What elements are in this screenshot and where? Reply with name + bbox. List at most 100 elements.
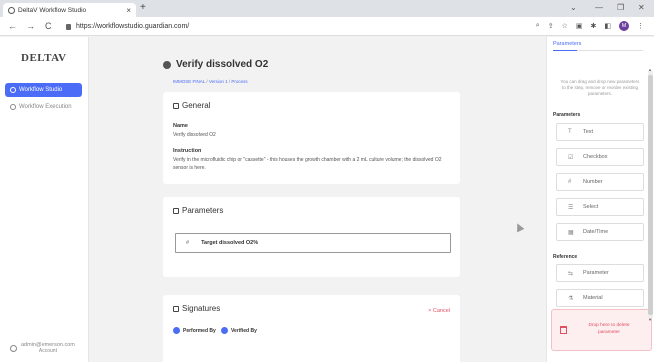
name-label: Name [173, 123, 188, 129]
delete-dropzone[interactable]: Drop here to delete parameter [551, 309, 652, 351]
parameter-row-label: Target dissolved O2% [201, 240, 259, 246]
param-item-label: Checkbox [583, 154, 608, 160]
share-icon[interactable]: ⇪ [548, 22, 554, 30]
performed-by-badge[interactable]: Performed By [173, 327, 216, 334]
reload-button[interactable]: C [45, 21, 52, 31]
performed-by-label: Performed By [183, 327, 216, 334]
url-text: https://workflowstudio.guardian.com/ [76, 23, 190, 30]
panel-scrollbar[interactable] [648, 71, 653, 318]
param-item-label: Date/Time [583, 229, 609, 235]
browser-tab-bar: DeltaV Workflow Studio × + ⌄ — ❐ ✕ [0, 0, 654, 17]
signature-icon [173, 305, 179, 312]
close-window-button[interactable]: ✕ [638, 3, 645, 12]
browser-menu-icon[interactable]: ⋮ [637, 22, 644, 30]
page-title-text: Verify dissolved O2 [176, 59, 269, 70]
param-item-label: Text [583, 129, 594, 135]
number-icon: # [186, 240, 190, 246]
scroll-up-icon[interactable]: ▲ [648, 67, 652, 72]
cancel-button[interactable]: × Cancel [428, 308, 450, 314]
ref-item-label: Parameter [583, 270, 609, 276]
parameters-card: Parameters # Target dissolved O2% [163, 197, 460, 277]
mouse-cursor-icon [513, 221, 525, 233]
step-icon [163, 60, 171, 69]
minimize-button[interactable]: — [595, 3, 603, 12]
parameter-icon: ⇆ [568, 270, 574, 277]
material-icon: ⚗ [568, 295, 574, 302]
sidebar-item-workflow-studio[interactable]: Workflow Studio [5, 83, 82, 97]
name-value[interactable]: Verify dissolved O2 [173, 132, 453, 140]
profile-avatar[interactable]: M [619, 21, 629, 31]
forward-button[interactable]: → [26, 21, 35, 31]
studio-icon [10, 87, 16, 93]
dropzone-text: Drop here to delete parameter [588, 323, 630, 335]
param-item-number[interactable]: # Number [556, 173, 644, 191]
text-icon: T [568, 129, 572, 135]
signatures-card: Signatures × Cancel Performed By Verifie… [163, 295, 460, 362]
breadcrumb-current[interactable]: Process [231, 79, 247, 84]
section-title-parameters: Parameters [553, 112, 581, 118]
calendar-icon: ▦ [568, 229, 574, 236]
parameters-panel: Parameters You can drag and drop new par… [546, 37, 654, 362]
param-item-datetime[interactable]: ▦ Date/Time [556, 223, 644, 241]
zoom-icon[interactable]: ⌕ [536, 22, 540, 30]
section-title-reference: Reference [553, 254, 578, 260]
general-card: General Name Verify dissolved O2 Instruc… [163, 92, 460, 184]
browser-toolbar-icons: ⌕ ⇪ ☆ ▣ ✱ ◧ M ⋮ [536, 21, 644, 31]
signatures-heading-text: Signatures [182, 304, 221, 313]
tab-close-icon[interactable]: × [126, 6, 131, 15]
deltav-logo: DELTAV [21, 52, 67, 64]
ref-item-parameter[interactable]: ⇆ Parameter [556, 264, 644, 282]
scrollbar-thumb[interactable] [648, 75, 653, 315]
browser-tab[interactable]: DeltaV Workflow Studio × [3, 3, 136, 17]
page-title: Verify dissolved O2 [163, 59, 268, 70]
maximize-button[interactable]: ❐ [617, 3, 624, 12]
verified-by-label: Verified By [231, 327, 257, 334]
check-circle-icon [221, 327, 228, 334]
lock-icon [66, 23, 71, 30]
check-circle-icon [173, 327, 180, 334]
parameters-heading: Parameters [173, 206, 223, 215]
address-bar: ← → C https://workflowstudio.guardian.co… [0, 17, 654, 36]
ref-item-label: Material [583, 295, 603, 301]
ref-item-material[interactable]: ⚗ Material [556, 289, 644, 307]
account-role: Account [38, 348, 57, 354]
sidebar-item-label: Workflow Studio [19, 87, 63, 93]
play-icon [10, 104, 16, 110]
scroll-down-icon[interactable]: ▼ [648, 317, 652, 322]
param-item-text[interactable]: T Text [556, 123, 644, 141]
new-tab-button[interactable]: + [140, 2, 146, 13]
tab-search-icon[interactable]: ⌄ [570, 3, 577, 12]
extension-icon[interactable]: ▣ [576, 22, 583, 30]
side-panel-icon[interactable]: ◧ [604, 22, 611, 30]
cancel-label: Cancel [432, 308, 450, 314]
breadcrumb: IMMOSE FINAL / Version 1 / Process [173, 79, 248, 84]
tab-title: DeltaV Workflow Studio [18, 6, 87, 14]
sidebar-item-workflow-execution[interactable]: Workflow Execution [5, 101, 85, 113]
signatures-heading: Signatures [173, 304, 220, 313]
main-content: Verify dissolved O2 IMMOSE FINAL / Versi… [90, 37, 546, 362]
account-info[interactable]: admin@emerson.com Account [10, 342, 75, 354]
breadcrumb-version[interactable]: Version 1 [209, 79, 228, 84]
sidebar: DELTAV Workflow Studio Workflow Executio… [0, 37, 89, 362]
parameter-row-target-dissolved-o2[interactable]: # Target dissolved O2% [175, 233, 451, 253]
bookmark-star-icon[interactable]: ☆ [562, 22, 568, 30]
tab-parameters[interactable]: Parameters [553, 41, 581, 47]
param-item-select[interactable]: ☰ Select [556, 198, 644, 216]
tab-underline [553, 50, 643, 51]
trash-icon [560, 326, 567, 334]
general-heading-text: General [182, 101, 211, 110]
favicon-icon [8, 6, 15, 14]
breadcrumb-workflow[interactable]: IMMOSE FINAL [173, 79, 205, 84]
general-heading: General [173, 101, 210, 110]
select-icon: ☰ [568, 204, 574, 211]
extensions-puzzle-icon[interactable]: ✱ [591, 22, 597, 30]
param-item-checkbox[interactable]: ☑ Checkbox [556, 148, 644, 166]
param-item-label: Number [583, 179, 603, 185]
verified-by-badge[interactable]: Verified By [221, 327, 257, 334]
parameters-heading-text: Parameters [182, 206, 224, 215]
instruction-value[interactable]: Verify in the microfluidic chip or "cass… [173, 157, 453, 172]
back-button[interactable]: ← [8, 21, 17, 31]
panel-hint: You can drag and drop new parameters to … [560, 79, 640, 97]
edit-icon [173, 102, 179, 109]
instruction-label: Instruction [173, 148, 202, 154]
